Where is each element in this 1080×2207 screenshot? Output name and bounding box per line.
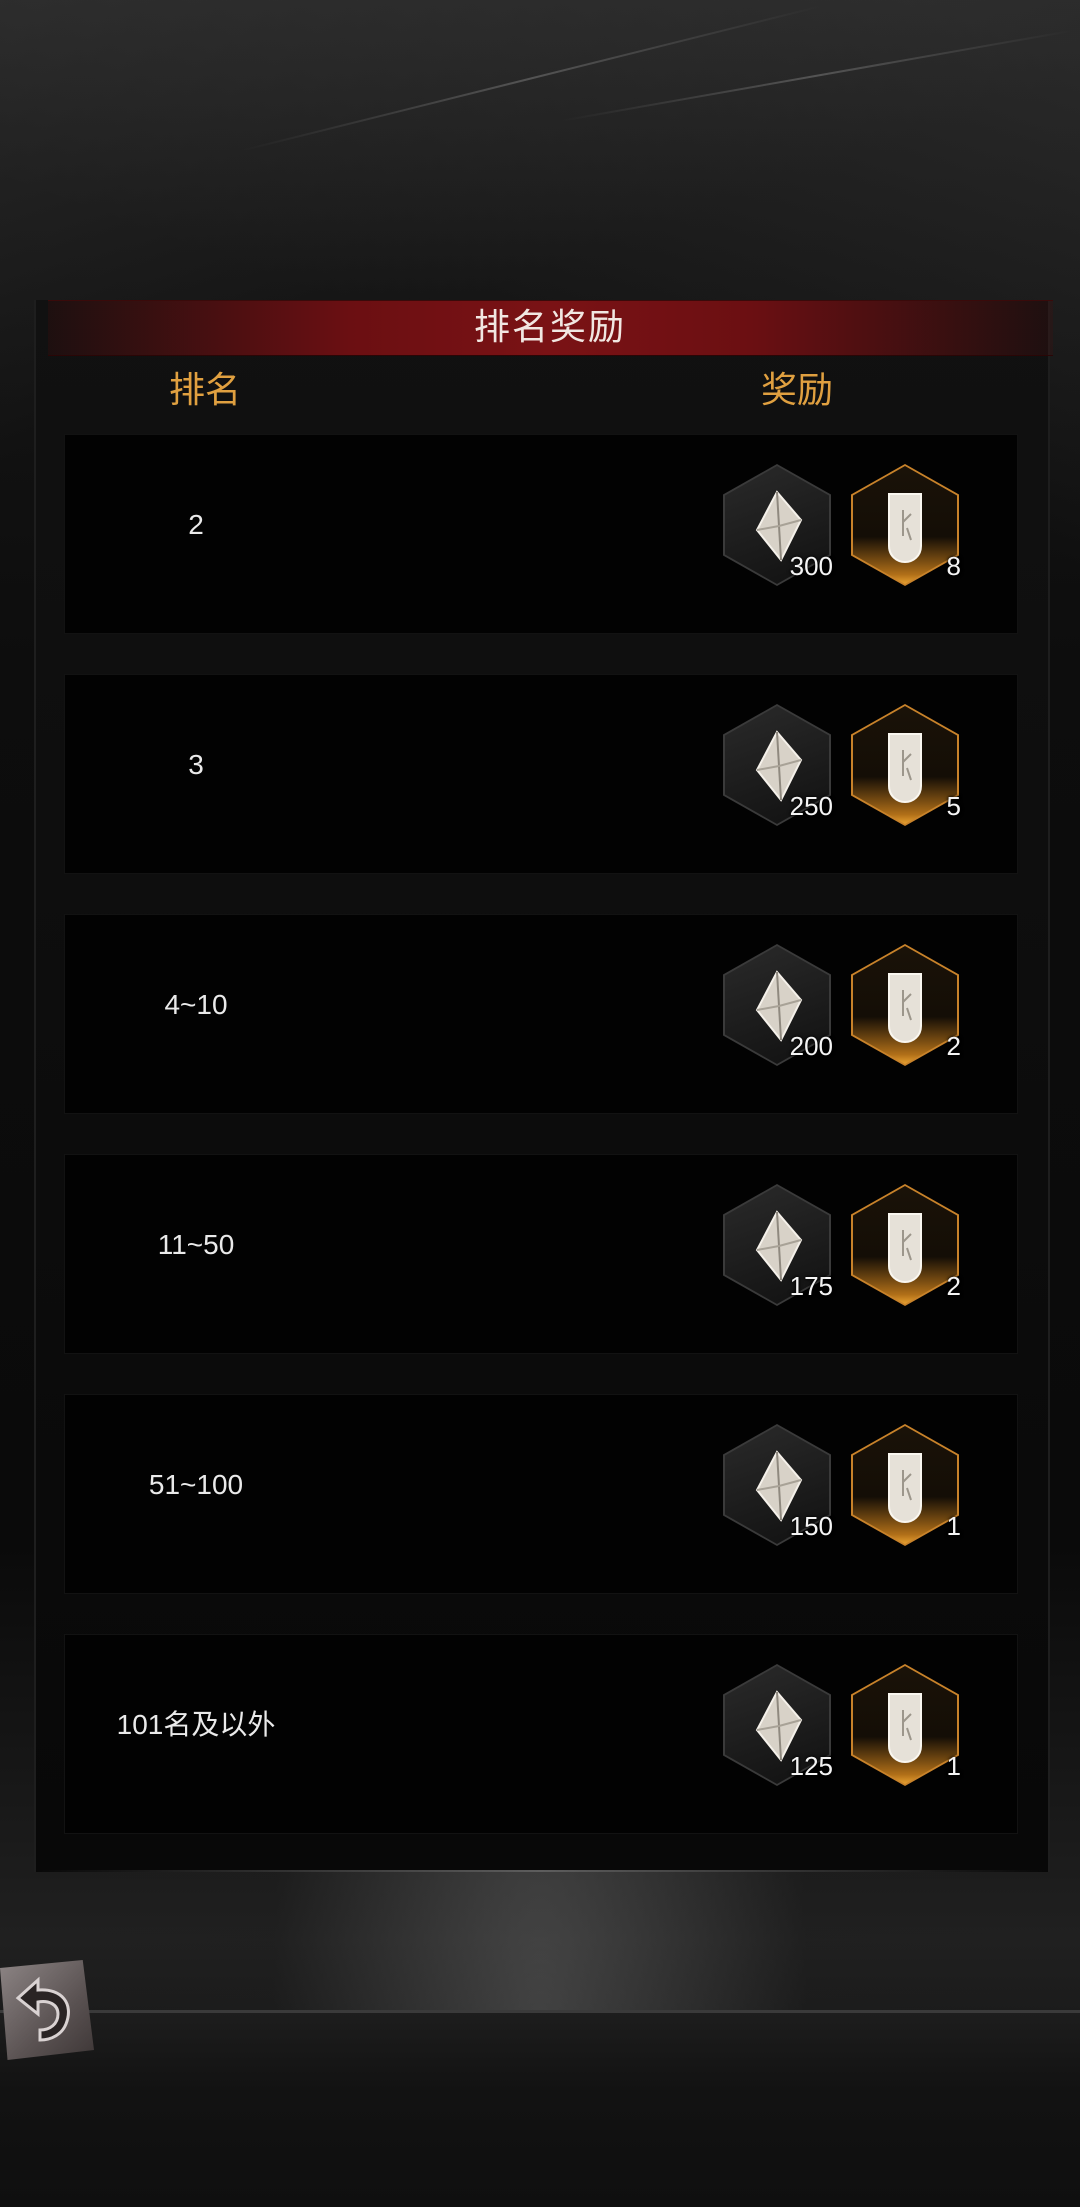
reward-row: 4~10 200 2 xyxy=(64,914,1018,1114)
reward-quantity: 150 xyxy=(789,1511,833,1541)
rank-label: 4~10 xyxy=(164,989,228,1020)
reward-quantity: 1 xyxy=(946,1751,961,1781)
rank-label: 51~100 xyxy=(148,1469,244,1500)
reward-row: 2 300 8 xyxy=(64,434,1018,634)
reward-row: 3 250 5 xyxy=(64,674,1018,874)
reward-row: 101名及以外 125 1 xyxy=(64,1634,1018,1834)
column-header-rank: 排名 xyxy=(168,369,241,410)
reward-quantity: 175 xyxy=(789,1271,833,1301)
rank-label: 2 xyxy=(188,509,204,540)
panel-divider xyxy=(34,1870,1046,1872)
reward-row: 51~100 150 1 xyxy=(64,1394,1018,1594)
panel-title: 排名奖励 xyxy=(473,306,626,347)
rank-label: 101名及以外 xyxy=(116,1709,276,1740)
reward-quantity: 300 xyxy=(789,551,833,581)
reward-quantity: 2 xyxy=(946,1031,961,1061)
reward-quantity: 250 xyxy=(789,791,833,821)
rank-label: 11~50 xyxy=(157,1229,235,1260)
rank-label: 3 xyxy=(188,749,204,780)
column-header-reward: 奖励 xyxy=(760,369,833,410)
reward-quantity: 5 xyxy=(946,791,961,821)
reward-quantity: 1 xyxy=(946,1511,961,1541)
reward-quantity: 8 xyxy=(946,551,961,581)
back-button[interactable] xyxy=(0,1960,94,2060)
reward-quantity: 200 xyxy=(789,1031,833,1061)
back-arrow-icon xyxy=(15,1976,70,2042)
reward-quantity: 2 xyxy=(946,1271,961,1301)
bottom-bar xyxy=(0,2010,1080,2207)
reward-row: 11~50 175 2 xyxy=(64,1154,1018,1354)
reward-quantity: 125 xyxy=(789,1751,833,1781)
